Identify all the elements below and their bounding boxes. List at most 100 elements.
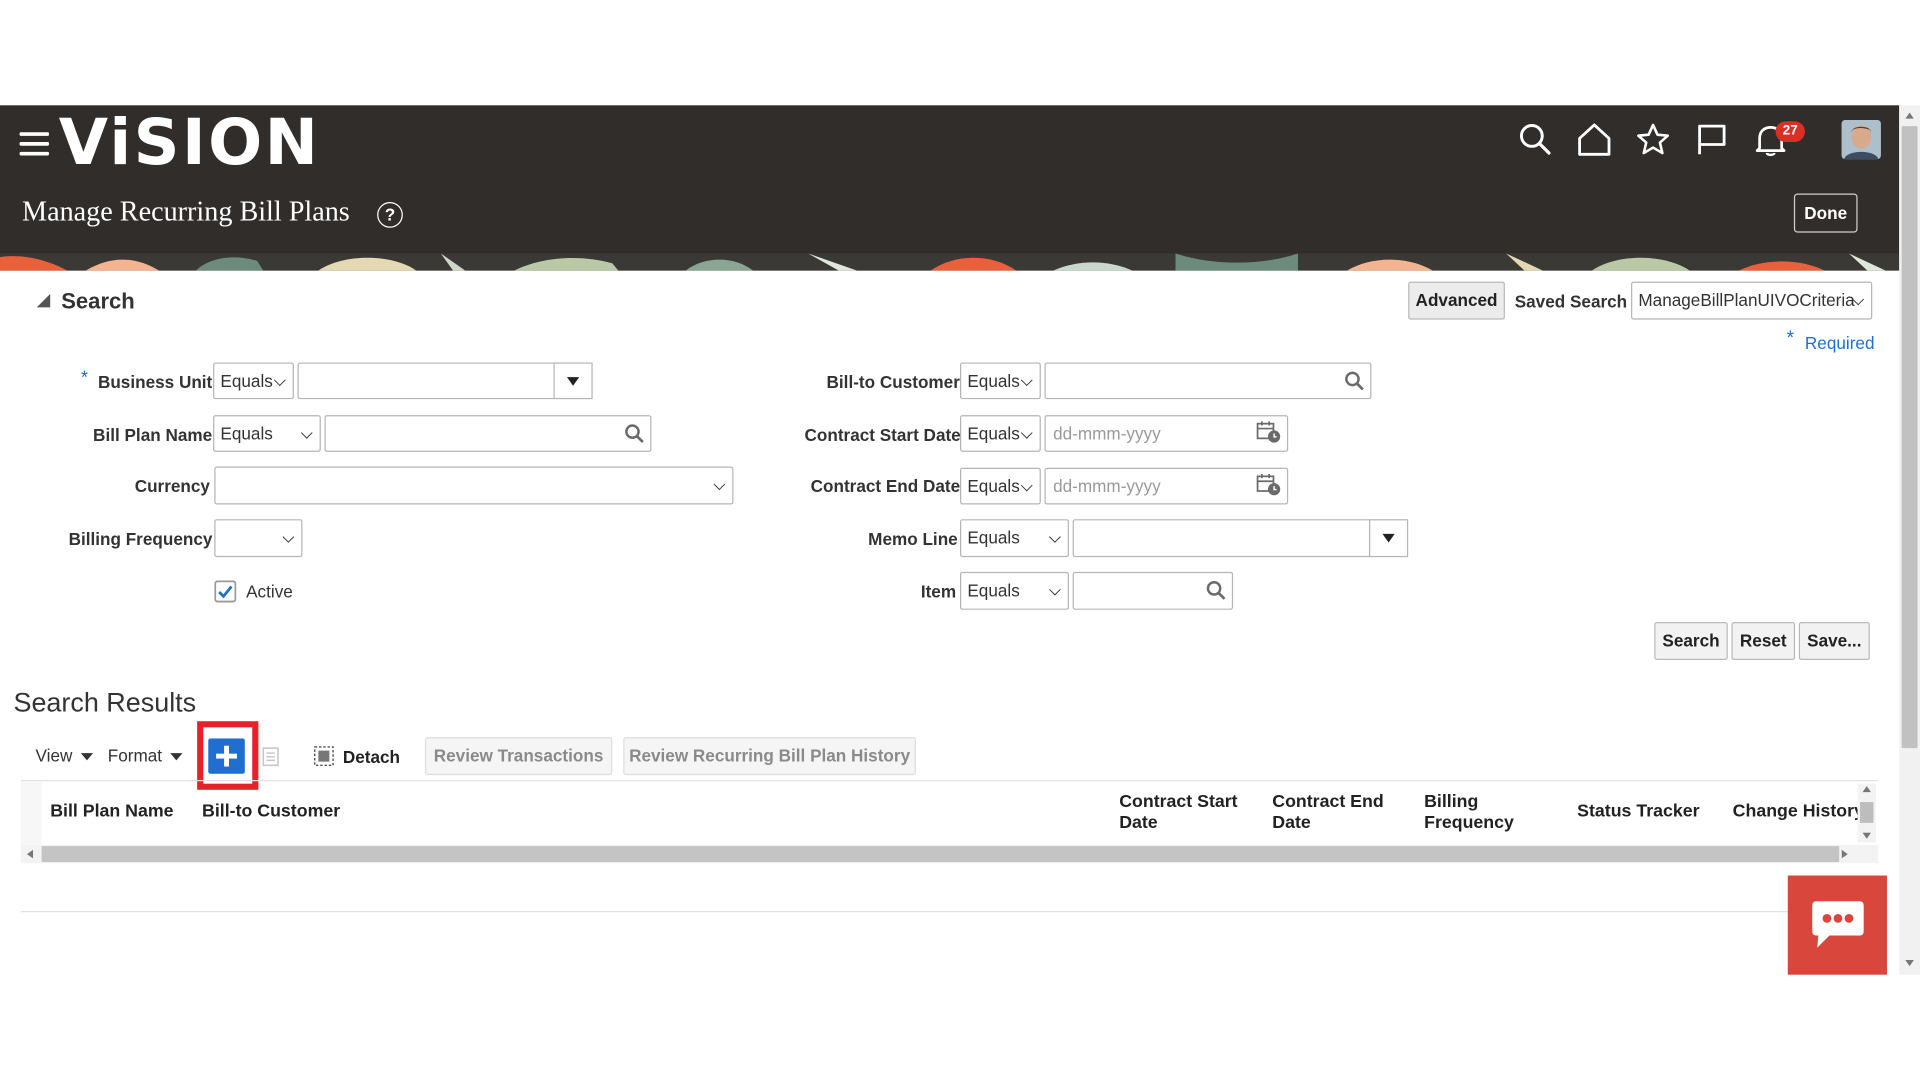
done-button[interactable]: Done <box>1793 193 1858 233</box>
memo-line-operator[interactable]: Equals <box>960 519 1069 558</box>
chat-bubble-icon <box>1812 901 1864 948</box>
table-bottom-divider <box>20 911 1879 913</box>
contract-start-date-operator[interactable]: Equals <box>960 415 1041 452</box>
page-scroll-thumb[interactable] <box>1901 126 1918 749</box>
scroll-up-arrow-icon[interactable] <box>1862 786 1872 793</box>
bill-to-customer-operator[interactable]: Equals <box>960 362 1041 400</box>
format-menu[interactable]: Format <box>107 745 183 766</box>
help-icon[interactable]: ? <box>377 202 403 228</box>
advanced-button[interactable]: Advanced <box>1408 281 1505 320</box>
collapse-triangle-icon[interactable] <box>36 293 52 309</box>
active-checkbox[interactable] <box>214 580 237 603</box>
operator-text: Equals <box>967 371 1020 391</box>
column-billing-frequency[interactable]: Billing Frequency <box>1424 792 1534 834</box>
column-contract-start-date[interactable]: Contract Start Date <box>1119 792 1254 834</box>
column-change-history[interactable]: Change History <box>1733 802 1858 823</box>
search-button[interactable]: Search <box>1654 622 1728 661</box>
page-title: Manage Recurring Bill Plans <box>22 195 350 227</box>
search-icon[interactable] <box>1517 121 1554 158</box>
hamburger-menu-icon[interactable] <box>19 132 49 156</box>
active-label: Active <box>246 581 293 602</box>
bill-plan-name-input[interactable] <box>324 415 652 452</box>
notification-count-badge: 27 <box>1775 121 1805 143</box>
detach-button[interactable]: Detach <box>343 747 400 767</box>
flag-icon[interactable] <box>1693 121 1730 158</box>
page-scroll-down-icon[interactable] <box>1905 960 1914 967</box>
operator-text: Equals <box>967 527 1020 548</box>
review-transactions-button[interactable]: Review Transactions <box>424 737 613 776</box>
review-history-button[interactable]: Review Recurring Bill Plan History <box>623 737 916 776</box>
edit-disabled-icon[interactable] <box>262 747 279 767</box>
view-menu-label: View <box>35 745 73 766</box>
bill-to-customer-search-icon[interactable] <box>1345 371 1365 391</box>
column-status-tracker[interactable]: Status Tracker <box>1577 802 1724 823</box>
table-scroll-thumb[interactable] <box>1860 802 1874 823</box>
format-caret-icon <box>170 753 183 761</box>
column-bill-to-customer[interactable]: Bill-to Customer <box>202 802 373 823</box>
saved-search-select[interactable]: ManageBillPlanUIVOCriteria <box>1631 281 1873 320</box>
item-operator[interactable]: Equals <box>960 571 1069 610</box>
memo-line-input[interactable] <box>1072 519 1372 558</box>
table-vertical-scrollbar[interactable] <box>1857 783 1876 843</box>
view-caret-icon <box>80 753 94 761</box>
column-bill-plan-name[interactable]: Bill Plan Name <box>50 802 197 823</box>
decorative-banner <box>0 253 1900 271</box>
business-unit-input[interactable] <box>297 362 556 400</box>
chat-widget-button[interactable] <box>1787 875 1887 975</box>
required-star: * <box>1786 328 1795 349</box>
item-label: Item <box>920 581 957 602</box>
operator-text: Equals <box>967 423 1020 444</box>
search-results-title: Search Results <box>13 686 197 718</box>
business-unit-label: Business Unit <box>97 372 213 392</box>
saved-search-value: ManageBillPlanUIVOCriteria <box>1638 290 1855 310</box>
search-section-title: Search <box>61 288 135 314</box>
memo-line-dropdown-button[interactable] <box>1368 519 1409 558</box>
horizontal-scroll-thumb[interactable] <box>41 846 1840 863</box>
billing-frequency-label: Billing Frequency <box>68 528 213 549</box>
required-legend: Required <box>1804 333 1875 353</box>
operator-text: Equals <box>967 476 1020 496</box>
vision-logo[interactable]: ViSION <box>59 110 321 176</box>
currency-label: Currency <box>134 476 210 496</box>
app-window: ViSION 27 Manage Recurring Bill Plans ? … <box>0 0 1920 1080</box>
item-search-icon[interactable] <box>1206 580 1226 600</box>
contract-end-date-input[interactable]: dd-mmm-yyyy <box>1044 467 1289 505</box>
bill-plan-name-search-icon[interactable] <box>624 424 644 444</box>
billing-frequency-select[interactable] <box>214 519 303 558</box>
operator-text: Equals <box>220 423 273 444</box>
save-search-button[interactable]: Save... <box>1798 622 1870 661</box>
bill-plan-name-label: Bill Plan Name <box>93 424 213 445</box>
results-table-header: Bill Plan Name Bill-to Customer Contract… <box>42 781 1858 845</box>
user-avatar[interactable] <box>1841 120 1881 160</box>
reset-button[interactable]: Reset <box>1731 622 1796 661</box>
bill-plan-name-operator[interactable]: Equals <box>213 415 321 452</box>
page-vertical-scrollbar[interactable] <box>1899 105 1920 975</box>
business-unit-dropdown-button[interactable] <box>553 362 593 400</box>
detach-icon[interactable] <box>313 746 334 767</box>
operator-text: Equals <box>967 580 1020 601</box>
table-horizontal-scrollbar[interactable] <box>20 844 1879 864</box>
row-header-column <box>20 781 42 845</box>
page-scroll-up-icon[interactable] <box>1905 112 1914 119</box>
format-menu-label: Format <box>107 745 163 766</box>
contract-end-date-operator[interactable]: Equals <box>960 467 1041 505</box>
contract-start-date-calendar-icon[interactable] <box>1256 421 1281 443</box>
contract-end-date-calendar-icon[interactable] <box>1256 473 1281 496</box>
required-indicator: * <box>80 367 88 389</box>
contract-start-date-label: Contract Start Date <box>804 424 961 445</box>
business-unit-operator[interactable]: Equals <box>213 362 294 400</box>
bill-to-customer-input[interactable] <box>1044 362 1372 400</box>
currency-select[interactable] <box>214 466 734 505</box>
contract-end-date-label: Contract End Date <box>810 476 961 496</box>
favorites-star-icon[interactable] <box>1635 121 1672 158</box>
add-plus-icon[interactable] <box>208 738 245 774</box>
view-menu[interactable]: View <box>35 745 94 766</box>
column-contract-end-date[interactable]: Contract End Date <box>1272 792 1401 834</box>
scroll-down-arrow-icon[interactable] <box>1862 832 1872 839</box>
memo-line-label: Memo Line <box>868 528 958 549</box>
contract-start-date-input[interactable]: dd-mmm-yyyy <box>1044 415 1289 452</box>
scroll-left-arrow-icon[interactable] <box>26 849 34 859</box>
home-icon[interactable] <box>1576 121 1613 158</box>
saved-search-label: Saved Search <box>1514 291 1628 312</box>
scroll-right-arrow-icon[interactable] <box>1841 849 1848 859</box>
